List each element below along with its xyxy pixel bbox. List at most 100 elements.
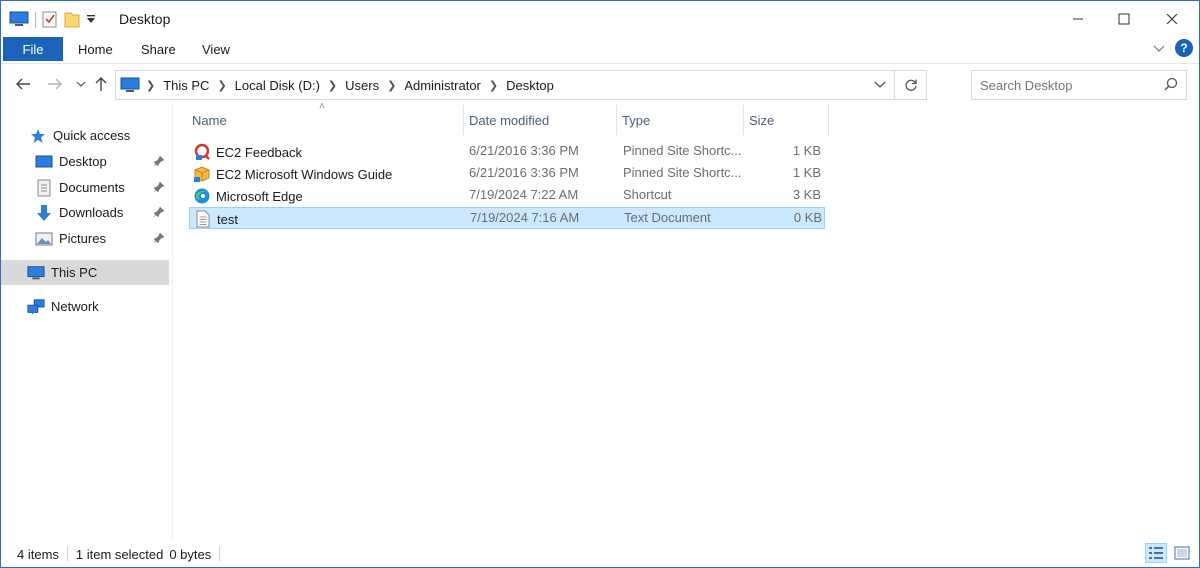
forward-arrow-icon	[48, 78, 62, 90]
close-icon	[1166, 13, 1178, 25]
back-button[interactable]	[13, 72, 33, 96]
tab-home[interactable]: Home	[78, 37, 113, 61]
navigation-pane: Quick access Desktop Documents Downloads…	[1, 103, 171, 539]
column-header-type[interactable]: Type	[617, 105, 743, 135]
navigation-bar: ❯ This PC ❯ Local Disk (D:) ❯ Users ❯ Ad…	[1, 63, 1199, 103]
column-header-name[interactable]: Name	[187, 105, 463, 135]
sidebar-item-label: Pictures	[59, 231, 106, 246]
pane-divider[interactable]	[172, 103, 173, 539]
pin-icon[interactable]	[153, 181, 165, 196]
qat-divider	[35, 12, 36, 28]
explorer-window: Desktop File Home Share View ? ❯ This PC…	[0, 0, 1200, 568]
file-type: Pinned Site Shortc...	[623, 165, 741, 180]
file-row-selected[interactable]: test 7/19/2024 7:16 AM Text Document 0 K…	[189, 207, 825, 229]
status-divider	[219, 547, 221, 561]
documents-icon	[35, 179, 53, 197]
search-box[interactable]	[971, 70, 1187, 100]
up-button[interactable]	[91, 72, 111, 96]
breadcrumb-administrator[interactable]: Administrator	[400, 78, 485, 93]
file-name: EC2 Feedback	[216, 144, 302, 160]
selection-size: 0 bytes	[169, 546, 212, 562]
sidebar-item-network[interactable]: Network	[1, 294, 169, 319]
tab-share[interactable]: Share	[141, 37, 176, 61]
breadcrumb-local-disk[interactable]: Local Disk (D:)	[231, 78, 324, 93]
recent-locations-button[interactable]	[71, 72, 91, 96]
file-type: Pinned Site Shortc...	[623, 143, 741, 158]
file-size: 1 KB	[792, 143, 821, 158]
sidebar-item-documents[interactable]: Documents	[1, 175, 169, 200]
quick-access-toolbar	[9, 9, 96, 31]
tab-view[interactable]: View	[202, 37, 230, 61]
search-input[interactable]	[980, 77, 1160, 93]
view-switcher	[1145, 543, 1193, 563]
file-name-cell: EC2 Microsoft Windows Guide	[193, 165, 392, 183]
file-name: EC2 Microsoft Windows Guide	[216, 166, 393, 182]
status-bar: 4 items 1 item selected 0 bytes	[1, 541, 1199, 567]
minimize-icon	[1073, 18, 1083, 20]
column-header-date[interactable]: Date modified	[464, 105, 616, 135]
pin-icon[interactable]	[153, 155, 165, 170]
file-size: 0 KB	[793, 210, 822, 225]
file-date: 7/19/2024 7:16 AM	[470, 210, 580, 225]
details-view-button[interactable]	[1145, 543, 1167, 563]
help-icon[interactable]: ?	[1175, 39, 1193, 57]
chevron-right-icon[interactable]: ❯	[213, 79, 230, 92]
address-bar[interactable]: ❯ This PC ❯ Local Disk (D:) ❯ Users ❯ Ad…	[115, 70, 927, 100]
sidebar-item-quick-access[interactable]: Quick access	[1, 123, 169, 148]
sidebar-item-label: Desktop	[59, 154, 107, 169]
maximize-icon	[1118, 13, 1130, 25]
forward-button[interactable]	[45, 72, 65, 96]
details-view-icon	[1149, 547, 1163, 559]
chevron-right-icon[interactable]: ❯	[324, 79, 341, 92]
back-arrow-icon	[16, 78, 30, 90]
file-date: 7/19/2024 7:22 AM	[469, 187, 579, 202]
sidebar-item-label: Quick access	[53, 128, 131, 143]
sidebar-item-pictures[interactable]: Pictures	[1, 226, 169, 251]
sidebar-item-desktop[interactable]: Desktop	[1, 149, 169, 174]
file-row[interactable]: EC2 Microsoft Windows Guide 6/21/2016 3:…	[189, 162, 825, 184]
large-icons-view-icon	[1174, 546, 1190, 560]
chevron-right-icon[interactable]: ❯	[485, 79, 502, 92]
file-row[interactable]: EC2 Feedback 6/21/2016 3:36 PM Pinned Si…	[189, 140, 825, 162]
expand-ribbon-icon[interactable]	[1153, 41, 1165, 56]
download-arrow-icon	[35, 204, 53, 222]
breadcrumb-this-pc[interactable]: This PC	[159, 78, 213, 93]
window-title: Desktop	[119, 11, 171, 27]
breadcrumb: ❯ This PC ❯ Local Disk (D:) ❯ Users ❯ Ad…	[116, 71, 558, 99]
file-name-cell: Microsoft Edge	[193, 187, 303, 205]
column-divider[interactable]	[828, 105, 829, 135]
file-size: 3 KB	[792, 187, 821, 202]
star-icon	[29, 127, 47, 145]
sidebar-item-label: This PC	[51, 265, 98, 280]
refresh-button[interactable]	[894, 71, 926, 99]
breadcrumb-desktop[interactable]: Desktop	[502, 78, 558, 93]
file-name: Microsoft Edge	[216, 188, 303, 204]
pictures-icon	[35, 230, 53, 248]
maximize-button[interactable]	[1101, 1, 1147, 37]
chevron-right-icon[interactable]: ❯	[383, 79, 400, 92]
file-name-cell: test	[194, 210, 238, 228]
tab-file[interactable]: File	[3, 37, 63, 61]
sidebar-item-downloads[interactable]: Downloads	[1, 200, 169, 225]
sidebar-item-label: Downloads	[59, 205, 124, 220]
properties-icon[interactable]	[42, 10, 58, 31]
customize-qat-icon[interactable]	[86, 13, 96, 28]
guide-shortcut-icon	[193, 165, 211, 183]
file-name: test	[217, 211, 238, 227]
chevron-right-icon[interactable]: ❯	[142, 79, 159, 92]
search-icon[interactable]	[1164, 77, 1178, 94]
minimize-button[interactable]	[1055, 1, 1101, 37]
computer-icon	[27, 264, 45, 282]
pin-icon[interactable]	[153, 206, 165, 221]
sidebar-item-this-pc[interactable]: This PC	[1, 260, 169, 285]
close-button[interactable]	[1149, 1, 1195, 37]
column-header-size[interactable]: Size	[744, 105, 828, 135]
new-folder-icon[interactable]	[64, 10, 80, 31]
address-history-button[interactable]	[868, 71, 892, 99]
chevron-down-icon	[76, 81, 86, 87]
breadcrumb-users[interactable]: Users	[341, 78, 383, 93]
large-icons-view-button[interactable]	[1171, 543, 1193, 563]
pin-icon[interactable]	[153, 232, 165, 247]
file-date: 6/21/2016 3:36 PM	[469, 143, 579, 158]
file-row[interactable]: Microsoft Edge 7/19/2024 7:22 AM Shortcu…	[189, 184, 825, 206]
